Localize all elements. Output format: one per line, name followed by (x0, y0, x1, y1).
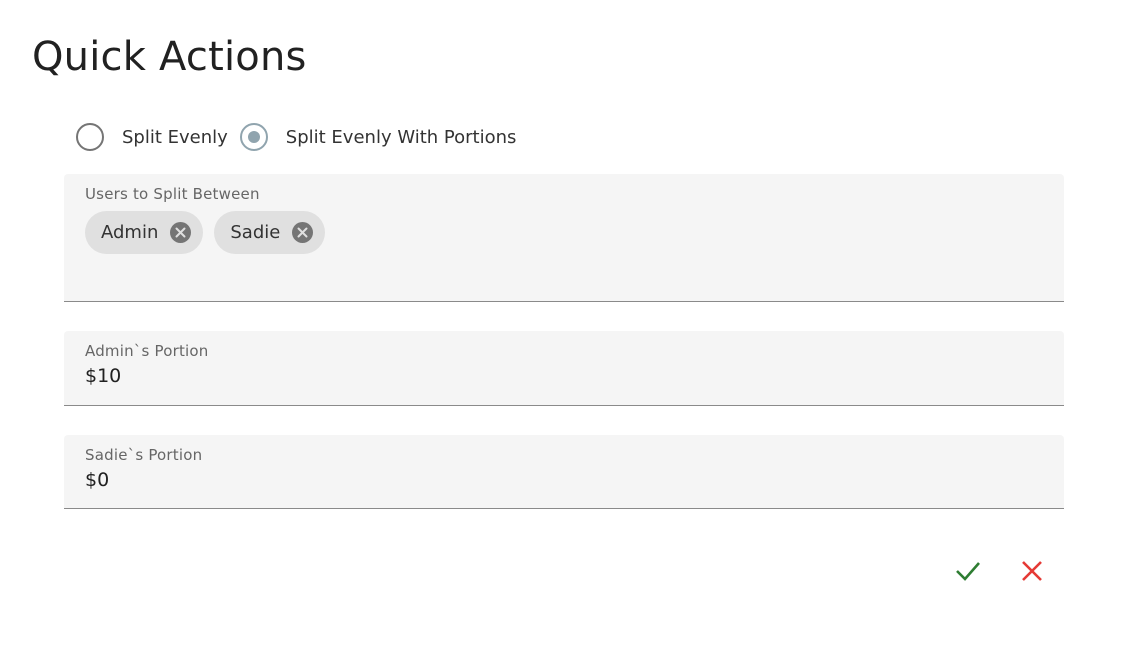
radio-split-evenly-with-portions[interactable]: Split Evenly With Portions (239, 123, 517, 151)
chip-label: Sadie (230, 222, 281, 243)
dialog-title: Quick Actions (32, 34, 307, 80)
radio-label-split-evenly: Split Evenly (122, 126, 228, 148)
sadie-portion-input[interactable]: $0 (85, 469, 109, 491)
quick-actions-dialog: Quick Actions Split Evenly Split Evenly … (0, 0, 1128, 660)
remove-chip-icon[interactable] (170, 222, 192, 243)
radio-split-evenly[interactable]: Split Evenly (76, 123, 240, 151)
confirm-button[interactable] (950, 555, 986, 587)
split-mode-radio-group: Split Evenly Split Evenly With Portions (76, 120, 516, 154)
cancel-button[interactable] (1014, 555, 1050, 587)
chip-admin[interactable]: Admin (85, 211, 204, 254)
sadie-portion-field[interactable]: Sadie`s Portion $0 (64, 435, 1064, 509)
user-chips: Admin Sadie (85, 211, 336, 254)
dialog-actions (950, 555, 1050, 587)
admin-portion-field[interactable]: Admin`s Portion $10 (64, 331, 1064, 406)
radio-unchecked-icon[interactable] (76, 123, 104, 151)
remove-chip-icon[interactable] (292, 222, 314, 243)
chip-label: Admin (101, 222, 159, 243)
admin-portion-label: Admin`s Portion (85, 342, 209, 360)
users-field-label: Users to Split Between (85, 185, 260, 203)
radio-label-split-evenly-with-portions: Split Evenly With Portions (285, 126, 517, 148)
chip-sadie[interactable]: Sadie (214, 211, 326, 254)
close-icon (1022, 561, 1042, 581)
sadie-portion-label: Sadie`s Portion (85, 446, 203, 464)
admin-portion-input[interactable]: $10 (85, 365, 121, 387)
radio-checked-icon[interactable] (239, 123, 268, 151)
check-icon (956, 562, 980, 581)
users-to-split-field[interactable]: Users to Split Between Admin Sadie (64, 174, 1064, 302)
